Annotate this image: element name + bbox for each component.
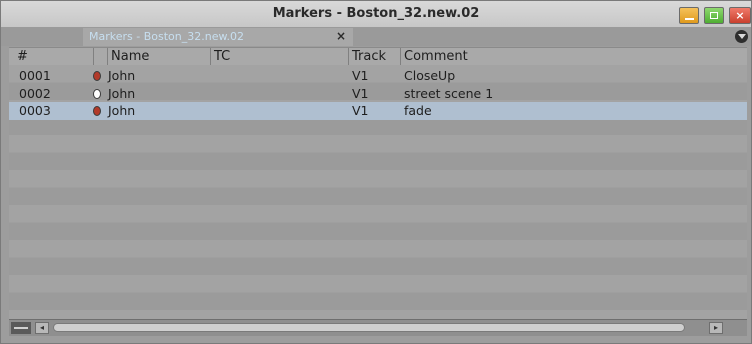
marker-dot-icon bbox=[93, 88, 101, 99]
marker-comment: street scene 1 bbox=[404, 85, 494, 101]
table-row[interactable]: 0001 John V1 CloseUp bbox=[9, 67, 747, 85]
window-title: Markers - Boston_32.new.02 bbox=[272, 6, 480, 21]
marker-track: V1 bbox=[352, 68, 369, 83]
table-row[interactable]: 0002 John V1 street scene 1 bbox=[9, 85, 747, 103]
marker-track: V1 bbox=[352, 85, 369, 101]
fast-menu-icon[interactable] bbox=[735, 30, 748, 43]
marker-number: 0001 bbox=[19, 68, 51, 83]
minimize-button[interactable] bbox=[679, 7, 699, 24]
marker-name: John bbox=[108, 85, 136, 101]
column-header-track[interactable]: Track bbox=[348, 48, 400, 65]
column-header-tc[interactable]: TC bbox=[210, 48, 348, 65]
title-bar[interactable]: Markers - Boston_32.new.02 × bbox=[1, 1, 751, 28]
chevron-down-icon bbox=[738, 34, 746, 39]
maximize-button[interactable] bbox=[704, 7, 724, 24]
markers-table[interactable]: 0001 John V1 CloseUp 0002 John V1 street scene … bbox=[9, 65, 747, 319]
minus-icon bbox=[14, 327, 28, 329]
marker-dot-icon bbox=[93, 106, 101, 116]
marker-name: John bbox=[108, 68, 136, 83]
marker-comment: fade bbox=[404, 103, 432, 118]
markers-window: Markers - Boston_32.new.02 × Markers - B… bbox=[0, 0, 752, 344]
column-header-marker[interactable] bbox=[93, 48, 107, 65]
marker-comment: CloseUp bbox=[404, 68, 456, 83]
maximize-icon bbox=[710, 12, 718, 19]
table-row[interactable]: 0003 John V1 fade bbox=[9, 102, 747, 120]
close-button[interactable]: × bbox=[729, 7, 751, 24]
marker-number: 0002 bbox=[19, 85, 51, 101]
tab-bar: Markers - Boston_32.new.02 × bbox=[1, 28, 751, 46]
column-header-name[interactable]: Name bbox=[107, 48, 210, 65]
marker-dot-icon bbox=[93, 71, 101, 81]
tab-label: Markers - Boston_32.new.02 bbox=[89, 30, 244, 43]
view-toggle-button[interactable] bbox=[11, 322, 31, 334]
marker-name: John bbox=[108, 103, 136, 118]
column-header-number[interactable]: # bbox=[17, 48, 93, 65]
column-header-comment[interactable]: Comment bbox=[400, 48, 747, 65]
marker-track: V1 bbox=[352, 103, 369, 118]
scroll-thumb[interactable] bbox=[53, 323, 685, 332]
tab-markers[interactable]: Markers - Boston_32.new.02 × bbox=[83, 28, 353, 46]
tab-close-icon[interactable]: × bbox=[336, 29, 346, 43]
minimize-icon bbox=[685, 18, 694, 20]
marker-number: 0003 bbox=[19, 103, 51, 118]
scroll-left-icon[interactable]: ◂ bbox=[35, 322, 49, 334]
horizontal-scrollbar[interactable]: ◂ ▸ bbox=[9, 319, 747, 336]
table-header: # Name TC Track Comment bbox=[9, 47, 747, 66]
scroll-right-icon[interactable]: ▸ bbox=[709, 322, 723, 334]
close-icon: × bbox=[735, 9, 745, 22]
